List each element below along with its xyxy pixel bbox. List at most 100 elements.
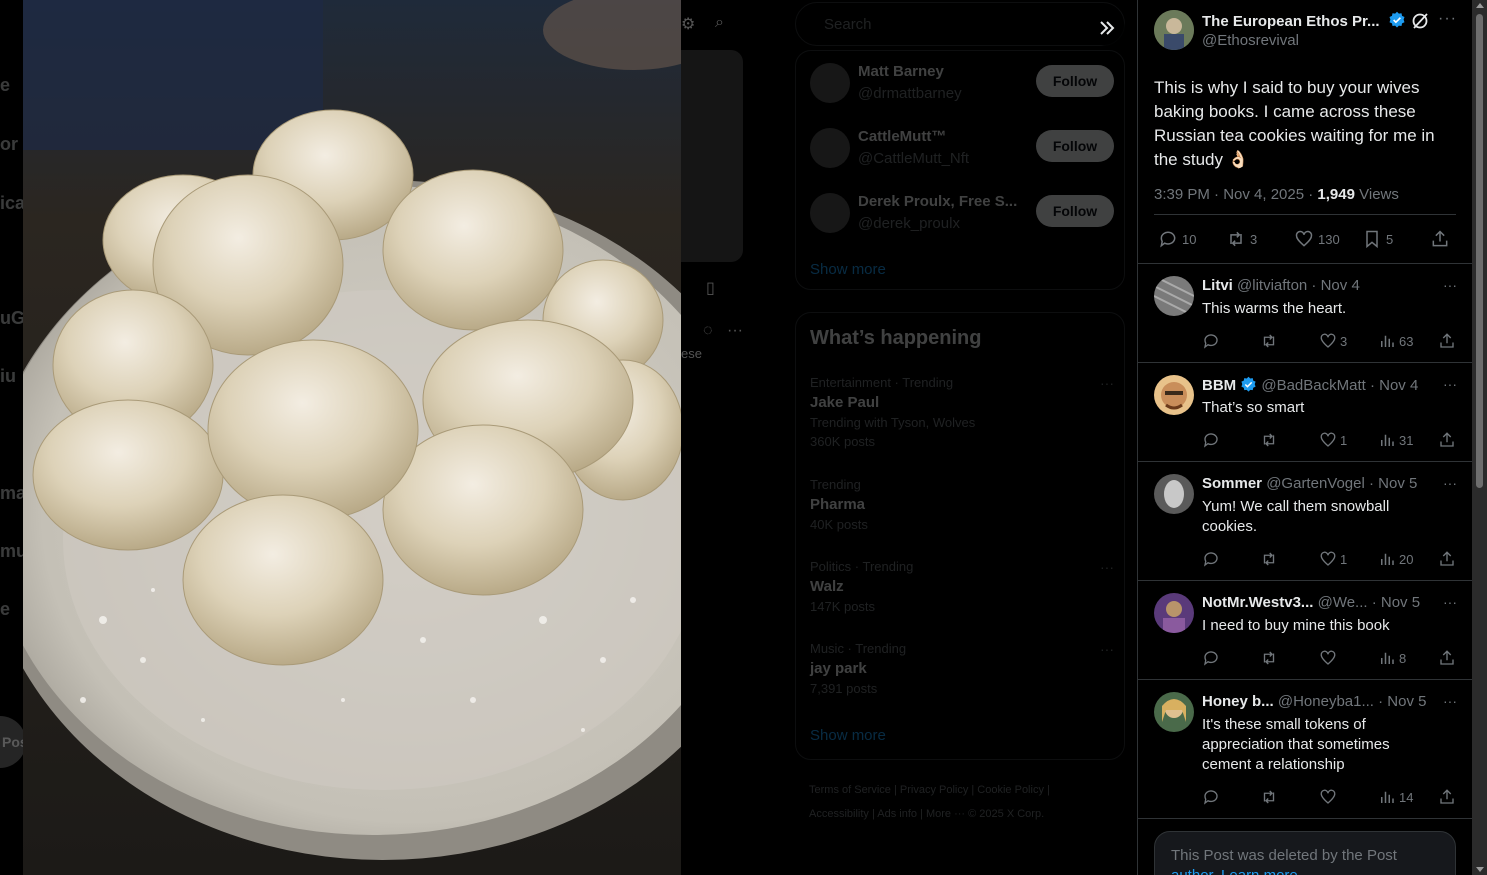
nav-fragment[interactable]: e [0,599,10,620]
reply-button[interactable] [1202,332,1223,350]
reply-author-name[interactable]: Litvi [1202,277,1233,294]
footer-links: Terms of Service | Privacy Policy | Cook… [809,778,1109,826]
reply-button[interactable] [1202,649,1223,667]
reply-author-name[interactable]: Sommer [1202,475,1262,492]
nav-fragment[interactable]: iu [0,366,16,387]
repost-button[interactable]: 3 [1226,229,1257,249]
share-button[interactable] [1438,649,1459,667]
analytics-icon [1381,652,1394,664]
views-button[interactable]: 8 [1378,649,1406,667]
reply-icon [1203,552,1218,567]
more-icon[interactable]: ··· [1443,376,1457,392]
learn-more-link[interactable]: author. Learn more [1171,866,1439,875]
views-button[interactable]: 20 [1378,550,1413,568]
reply-item[interactable]: Honey b... @Honeyba1... · Nov 5 ··· It's… [1138,679,1472,819]
settings-icon: ⚙ [681,16,696,33]
scrollbar-thumb[interactable] [1476,14,1483,488]
repost-button[interactable] [1260,431,1281,449]
follow-button[interactable]: Follow [1036,195,1114,227]
views-button[interactable]: 14 [1378,788,1413,806]
who-to-follow-row[interactable]: Derek Proulx, Free S... @derek_proulx Fo… [810,187,1114,243]
follow-button[interactable]: Follow [1036,65,1114,97]
nav-fragment[interactable]: e [0,75,10,96]
reply-button[interactable] [1202,788,1223,806]
share-button[interactable] [1430,229,1454,249]
post-meta: 3:39 PM · Nov 4, 2025 · 1,949 Views [1154,186,1457,203]
trend-item[interactable]: Politics · Trending Walz 147K posts ··· [810,559,1114,614]
who-to-follow-row[interactable]: Matt Barney @drmattbarney Follow [810,57,1114,113]
more-icon[interactable]: ··· [1100,641,1114,657]
more-icon[interactable]: ··· [1443,594,1457,610]
scroll-down-arrow-icon[interactable] [1476,867,1484,872]
trend-item[interactable]: Music · Trending jay park 7,391 posts ··… [810,641,1114,696]
scrollbar[interactable] [1472,0,1487,875]
footer-line[interactable]: Terms of Service | Privacy Policy | Cook… [809,778,1109,802]
bookmark-button[interactable]: 5 [1362,229,1393,249]
author-name[interactable]: The European Ethos Pr... [1202,11,1406,30]
repost-button[interactable] [1260,332,1281,350]
trend-context: Trending [810,477,861,492]
reply-button[interactable] [1202,550,1223,568]
views-button[interactable]: 63 [1378,332,1413,350]
nav-fragment[interactable]: uG [0,308,25,329]
reply-button[interactable] [1202,431,1223,449]
footer-line[interactable]: Accessibility | Ads info | More ··· © 20… [809,802,1109,826]
reply-button[interactable]: 10 [1158,229,1196,249]
avatar [810,128,850,168]
more-icon[interactable]: ··· [1443,277,1457,293]
trend-item[interactable]: Entertainment · Trending Jake Paul Trend… [810,375,1114,449]
like-button[interactable]: 1 [1319,431,1347,449]
reply-author-handle[interactable]: @We... · Nov 5 [1318,594,1420,611]
author-handle[interactable]: @Ethosrevival [1202,32,1299,49]
trend-context: Music · Trending [810,641,907,656]
avatar[interactable] [1154,276,1194,316]
post-time[interactable]: 3:39 PM · Nov 4, 2025 · [1154,186,1317,203]
avatar[interactable] [1154,375,1194,415]
author-avatar[interactable] [1154,10,1194,50]
like-button[interactable] [1319,788,1340,806]
post-detail-panel: The European Ethos Pr... @Ethosrevival ·… [1137,0,1472,875]
reply-author-name[interactable]: Honey b... [1202,693,1274,710]
show-more-link[interactable]: Show more [810,261,886,278]
nav-fragment[interactable]: or [0,134,18,155]
reply-item[interactable]: Sommer @GartenVogel · Nov 5 ··· Yum! We … [1138,461,1472,581]
share-button[interactable] [1438,332,1459,350]
repost-button[interactable] [1260,649,1281,667]
share-button[interactable] [1438,550,1459,568]
like-button[interactable]: 130 [1294,229,1340,249]
reply-item[interactable]: Litvi @litviafton · Nov 4 ··· This warms… [1138,263,1472,363]
reply-author-handle[interactable]: @Honeyba1... · Nov 5 [1278,693,1427,710]
avatar[interactable] [1154,474,1194,514]
who-to-follow-row[interactable]: CattleMutt™ @CattleMutt_Nft Follow [810,122,1114,178]
like-button[interactable] [1319,649,1340,667]
grok-icon[interactable] [1411,12,1429,30]
search-input[interactable]: Search [795,2,1125,46]
trend-item[interactable]: Trending Pharma 40K posts [810,477,1114,532]
reply-author-handle[interactable]: @GartenVogel · Nov 5 [1266,475,1417,492]
more-icon[interactable]: ··· [1100,375,1114,391]
more-icon[interactable]: ··· [1443,693,1457,709]
views-button[interactable]: 31 [1378,431,1413,449]
show-more-link[interactable]: Show more [810,727,886,744]
avatar[interactable] [1154,593,1194,633]
avatar[interactable] [1154,692,1194,732]
share-button[interactable] [1438,788,1459,806]
repost-button[interactable] [1260,788,1281,806]
collapse-panel-button[interactable] [1089,10,1125,46]
reply-item[interactable]: NotMr.Westv3... @We... · Nov 5 ··· I nee… [1138,580,1472,680]
more-icon[interactable]: ··· [1443,475,1457,491]
like-button[interactable]: 3 [1319,332,1347,350]
nav-fragment[interactable]: ica [0,193,25,214]
repost-button[interactable] [1260,550,1281,568]
reply-author-name[interactable]: NotMr.Westv3... [1202,594,1313,611]
share-button[interactable] [1438,431,1459,449]
reply-item[interactable]: BBM @BadBackMatt · Nov 4 ··· That’s so s… [1138,362,1472,462]
scroll-up-arrow-icon[interactable] [1476,3,1484,8]
reply-author-handle[interactable]: @BadBackMatt · Nov 4 [1261,377,1418,394]
like-button[interactable]: 1 [1319,550,1347,568]
more-icon[interactable]: ··· [1100,559,1114,575]
reply-author-name[interactable]: BBM [1202,377,1236,394]
more-icon[interactable]: ··· [1438,10,1457,28]
follow-button[interactable]: Follow [1036,130,1114,162]
reply-author-handle[interactable]: @litviafton · Nov 4 [1237,277,1360,294]
